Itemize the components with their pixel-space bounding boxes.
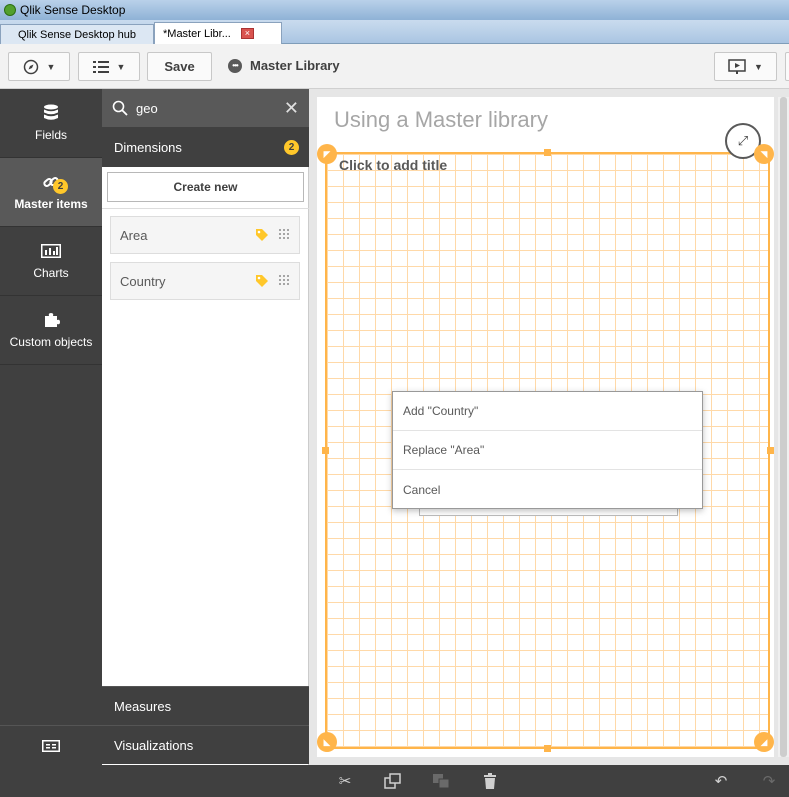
undo-icon[interactable]: ↶ [712,773,730,790]
sheet-title-label: Master Library [250,58,340,73]
create-new-button[interactable]: Create new [107,172,304,202]
present-button[interactable]: ▼ [714,52,777,81]
dimensions-section-header[interactable]: Dimensions 2 [102,127,309,167]
navigation-menu-button[interactable]: ▼ [8,52,70,81]
app-toolbar: ▼ ▼ Save ••• Master Library ▼ [0,44,789,89]
canvas-scroll-thumb[interactable] [780,97,787,757]
chevron-down-icon: ▼ [116,61,126,72]
drop-options-menu: Add "Country" Replace "Area" Cancel [392,391,703,509]
tab-master-library-label: *Master Libr... [163,27,231,40]
menu-item-add-country[interactable]: Add "Country" [393,392,702,431]
redo-icon: ↷ [762,773,776,790]
menu-item-cancel[interactable]: Cancel [393,470,702,509]
copy-icon[interactable] [384,773,402,789]
tag-icon [256,229,268,241]
search-input[interactable]: geo [136,101,158,116]
global-menu-button[interactable]: ▼ [78,52,140,81]
resize-handle-left[interactable] [322,447,329,454]
nav-charts-label: Charts [33,266,69,280]
close-tab-icon[interactable]: × [240,28,254,39]
dimensions-count-badge: 2 [284,140,299,155]
presentation-icon [728,58,746,74]
resize-corner-top-right[interactable]: ◥ [754,144,774,164]
paste-icon [432,773,450,789]
toolbar-overflow-button[interactable] [785,52,789,81]
drag-handle-icon[interactable] [278,228,290,242]
chevron-down-icon: ▼ [46,61,56,72]
drag-handle-icon[interactable] [278,274,290,288]
trash-icon [484,773,496,789]
tag-icon [256,275,268,287]
nav-master-items[interactable]: 2 Master items [0,158,102,227]
delete-icon[interactable] [481,773,499,789]
dimension-item-area[interactable]: Area [110,216,300,254]
measures-label: Measures [114,698,172,714]
nav-custom-objects-label: Custom objects [9,335,93,349]
master-items-panel: geo ✕ Dimensions 2 Create new Area Count… [102,89,309,765]
window-title: Qlik Sense Desktop [20,3,126,17]
nav-charts[interactable]: Charts [0,227,102,296]
resize-corner-bottom-left[interactable]: ◣ [317,732,337,752]
visualizations-label: Visualizations [114,737,194,753]
qlik-app-icon [4,4,16,16]
nav-master-items-label: Master items [14,197,88,211]
paste-icon-glyph [433,774,450,789]
dimensions-label: Dimensions [114,139,182,155]
measures-section-header[interactable]: Measures [102,686,309,725]
nav-custom-objects[interactable]: Custom objects [0,296,102,365]
puzzle-icon [45,313,60,327]
save-button[interactable]: Save [147,52,212,81]
clear-search-icon[interactable]: ✕ [284,98,299,119]
more-icon: ••• [228,58,242,73]
cut-icon[interactable]: ✂ [336,773,354,790]
dimension-item-label: Area [120,227,148,243]
nav-variables-button[interactable] [0,725,102,765]
list-icon [92,60,109,73]
resize-corner-bottom-right[interactable]: ◢ [754,732,774,752]
copy-icon-glyph [384,773,401,789]
menu-item-replace-area[interactable]: Replace "Area" [393,431,702,470]
tab-strip: Qlik Sense Desktop hub *Master Libr... × [0,20,789,44]
compass-icon [23,59,38,74]
window-titlebar: Qlik Sense Desktop [0,0,789,20]
master-items-badge: 2 [53,179,68,194]
tab-hub-label: Qlik Sense Desktop hub [17,28,136,41]
nav-fields-label: Fields [34,128,67,142]
database-icon [44,104,58,120]
dimension-item-country[interactable]: Country [110,262,300,300]
sheet-heading[interactable]: Using a Master library [334,107,548,133]
resize-handle-top[interactable] [544,149,551,156]
bottom-toolbar: ✂ ↶ ↷ [0,765,789,797]
divider [102,208,309,209]
resize-corner-top-left[interactable]: ◤ [317,144,337,164]
nav-fields[interactable]: Fields [0,89,102,158]
resize-handle-right[interactable] [767,447,774,454]
variables-icon [42,739,60,752]
resize-handle-bottom[interactable] [544,745,551,752]
search-icon [112,100,128,116]
visualizations-section-header[interactable]: Visualizations [102,725,309,764]
bar-chart-icon [41,244,61,258]
object-title[interactable]: Click to add title [339,157,447,173]
sheet-title[interactable]: ••• Master Library [228,58,340,73]
search-bar[interactable]: geo ✕ [102,89,309,127]
tab-master-library[interactable]: *Master Libr... × [154,22,282,44]
chevron-down-icon: ▼ [754,61,763,72]
dimension-item-label: Country [120,273,166,289]
tab-hub[interactable]: Qlik Sense Desktop hub [0,24,154,44]
assets-nav: Fields 2 Master items Charts Custom obje… [0,89,102,765]
